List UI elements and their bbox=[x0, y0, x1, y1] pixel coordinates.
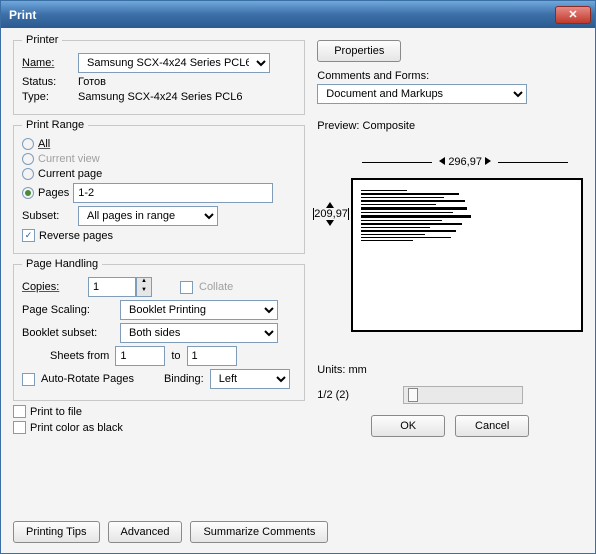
properties-button[interactable]: Properties bbox=[317, 40, 401, 62]
preview-area: 296,97 209,97 bbox=[317, 132, 583, 360]
pages-input[interactable] bbox=[73, 183, 273, 203]
name-label: Name: bbox=[22, 57, 72, 69]
reverse-label: Reverse pages bbox=[39, 230, 113, 242]
advanced-button[interactable]: Advanced bbox=[108, 521, 183, 543]
print-dialog: Print ✕ Printer Name: Samsung SCX-4x24 S… bbox=[0, 0, 596, 554]
comments-select[interactable]: Document and Markups bbox=[317, 84, 527, 104]
print-color-black-row[interactable]: Print color as black bbox=[13, 421, 305, 434]
binding-select[interactable]: Left bbox=[210, 369, 290, 389]
titlebar[interactable]: Print ✕ bbox=[1, 1, 595, 28]
radio-all-label: All bbox=[38, 138, 50, 150]
printer-legend: Printer bbox=[22, 34, 62, 46]
comments-label: Comments and Forms: bbox=[317, 70, 583, 82]
scaling-select[interactable]: Booklet Printing bbox=[120, 300, 278, 320]
print-to-file-row[interactable]: Print to file bbox=[13, 405, 305, 418]
radio-pages[interactable] bbox=[22, 187, 34, 199]
handling-legend: Page Handling bbox=[22, 258, 102, 270]
print-to-file-label: Print to file bbox=[30, 406, 82, 418]
close-icon: ✕ bbox=[568, 8, 577, 21]
sheets-from-label: Sheets from bbox=[50, 350, 109, 362]
type-value: Samsung SCX-4x24 Series PCL6 bbox=[78, 91, 242, 103]
range-legend: Print Range bbox=[22, 119, 88, 131]
page-indicator: 1/2 (2) bbox=[317, 389, 397, 401]
preview-height-dim: 209,97 bbox=[313, 202, 347, 226]
radio-current-page[interactable] bbox=[22, 168, 34, 180]
collate-label: Collate bbox=[199, 281, 233, 293]
printing-tips-button[interactable]: Printing Tips bbox=[13, 521, 100, 543]
printer-name-select[interactable]: Samsung SCX-4x24 Series PCL6 bbox=[78, 53, 270, 73]
units-label: Units: mm bbox=[317, 364, 583, 376]
radio-current-page-label: Current page bbox=[38, 168, 102, 180]
sheets-from-input[interactable] bbox=[115, 346, 165, 366]
autorotate-checkbox[interactable] bbox=[22, 373, 35, 386]
preview-height-value: 209,97 bbox=[314, 208, 348, 220]
arrow-down-icon bbox=[326, 220, 334, 226]
sheets-to-label: to bbox=[171, 350, 180, 362]
print-range-group: Print Range All Current view Current pag… bbox=[13, 119, 305, 254]
print-color-black-checkbox[interactable] bbox=[13, 421, 26, 434]
reverse-checkbox[interactable]: ✓ bbox=[22, 229, 35, 242]
copies-input[interactable] bbox=[88, 277, 136, 297]
preview-slider[interactable] bbox=[403, 386, 523, 404]
scaling-label: Page Scaling: bbox=[22, 304, 114, 316]
radio-pages-row[interactable]: Pages bbox=[22, 183, 296, 203]
type-label: Type: bbox=[22, 91, 72, 103]
print-to-file-checkbox[interactable] bbox=[13, 405, 26, 418]
preview-width-dim: 296,97 bbox=[347, 156, 583, 168]
reverse-row[interactable]: ✓ Reverse pages bbox=[22, 229, 296, 242]
cancel-button[interactable]: Cancel bbox=[455, 415, 529, 437]
copies-spinner[interactable]: ▲ ▼ bbox=[88, 277, 152, 297]
copies-down-icon[interactable]: ▼ bbox=[137, 287, 151, 296]
copies-label: Copies: bbox=[22, 281, 82, 293]
arrow-right-icon bbox=[485, 157, 491, 165]
print-color-black-label: Print color as black bbox=[30, 422, 123, 434]
autorotate-label: Auto-Rotate Pages bbox=[41, 373, 134, 385]
collate-checkbox bbox=[180, 281, 193, 294]
preview-paper bbox=[351, 178, 583, 332]
page-handling-group: Page Handling Copies: ▲ ▼ Collate bbox=[13, 258, 305, 401]
radio-current-view-label: Current view bbox=[38, 153, 100, 165]
radio-pages-label: Pages bbox=[38, 187, 69, 199]
booklet-subset-select[interactable]: Both sides bbox=[120, 323, 278, 343]
preview-page-thumb bbox=[361, 188, 476, 324]
radio-current-view-row: Current view bbox=[22, 153, 296, 165]
radio-current-page-row[interactable]: Current page bbox=[22, 168, 296, 180]
printer-group: Printer Name: Samsung SCX-4x24 Series PC… bbox=[13, 34, 305, 115]
radio-all[interactable] bbox=[22, 138, 34, 150]
ok-button[interactable]: OK bbox=[371, 415, 445, 437]
subset-label: Subset: bbox=[22, 210, 72, 222]
sheets-to-input[interactable] bbox=[187, 346, 237, 366]
arrow-left-icon bbox=[439, 157, 445, 165]
copies-up-icon[interactable]: ▲ bbox=[137, 278, 151, 287]
status-value: Готов bbox=[78, 76, 106, 88]
window-title: Print bbox=[9, 8, 555, 22]
status-label: Status: bbox=[22, 76, 72, 88]
preview-header: Preview: Composite bbox=[317, 120, 583, 132]
subset-select[interactable]: All pages in range bbox=[78, 206, 218, 226]
summarize-comments-button[interactable]: Summarize Comments bbox=[190, 521, 328, 543]
binding-label: Binding: bbox=[164, 373, 204, 385]
radio-current-view bbox=[22, 153, 34, 165]
radio-all-row[interactable]: All bbox=[22, 138, 296, 150]
booklet-label: Booklet subset: bbox=[22, 327, 114, 339]
preview-width-value: 296,97 bbox=[448, 156, 482, 168]
slider-thumb[interactable] bbox=[408, 388, 418, 402]
close-button[interactable]: ✕ bbox=[555, 6, 591, 24]
